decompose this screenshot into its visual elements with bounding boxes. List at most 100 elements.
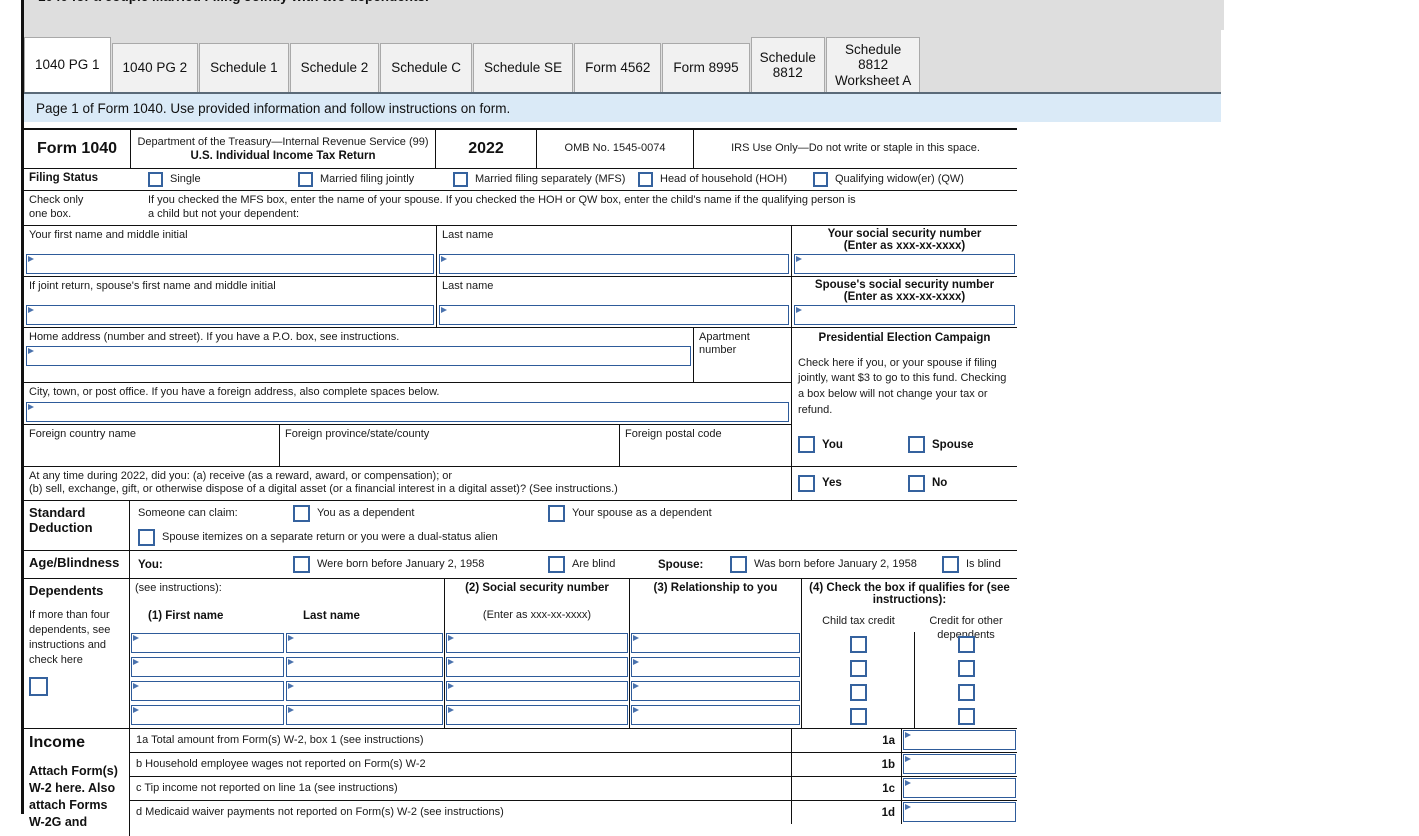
- checkbox-credit-other-dependents-icon[interactable]: [957, 683, 975, 701]
- dependent-first-name-input[interactable]: [131, 633, 284, 653]
- checkbox-spouse-itemizes-icon[interactable]: [138, 529, 155, 546]
- checkbox-single-icon[interactable]: [148, 172, 163, 187]
- dependent-first-name-input[interactable]: [131, 705, 284, 725]
- checkbox-child-tax-credit-icon[interactable]: [849, 707, 867, 725]
- dependent-last-name-input[interactable]: [286, 633, 443, 653]
- your-first-name-input[interactable]: [26, 253, 434, 274]
- checkbox-child-tax-credit-icon[interactable]: [849, 659, 867, 677]
- checkbox-married-filing-jointly-icon[interactable]: [298, 172, 313, 187]
- income-line-amount-input[interactable]: [903, 754, 1016, 774]
- tab-form-4562[interactable]: Form 4562: [574, 43, 662, 92]
- foreign-province-input[interactable]: [280, 444, 619, 466]
- checkbox-credit-other-dependents-icon[interactable]: [957, 635, 975, 653]
- income-line-amount-input[interactable]: [903, 802, 1016, 822]
- filing-status-single[interactable]: Single: [130, 172, 298, 187]
- checkbox-qualifying-widow-icon[interactable]: [813, 172, 828, 187]
- tab-1040-pg-1[interactable]: 1040 PG 1: [24, 37, 111, 92]
- checkbox-digital-asset-yes-icon[interactable]: [798, 474, 815, 492]
- spouse-first-name-input[interactable]: [26, 304, 434, 325]
- home-address-input[interactable]: [26, 346, 691, 367]
- foreign-postal-input[interactable]: [620, 444, 791, 466]
- income-line-text: c Tip income not reported on line 1a (se…: [136, 782, 398, 794]
- digital-asset-no-group[interactable]: No: [908, 474, 947, 492]
- dependent-ssn-input[interactable]: [446, 633, 628, 653]
- spouse-itemizes-label: Spouse itemizes on a separate return or …: [162, 530, 498, 543]
- filing-status-mfj[interactable]: Married filing jointly: [298, 172, 453, 187]
- filing-status-qw[interactable]: Qualifying widow(er) (QW): [813, 172, 964, 187]
- dependents-label-cell: Dependents If more than four dependents,…: [24, 579, 130, 728]
- dependent-relationship-input[interactable]: [631, 705, 800, 725]
- dependents-col4-header-line-1: (4) Check the box if qualifies for (see: [809, 582, 1010, 594]
- dependent-relationship-input[interactable]: [631, 681, 800, 701]
- checkbox-credit-other-dependents-icon[interactable]: [957, 707, 975, 725]
- filing-status-hoh[interactable]: Head of household (HOH): [638, 172, 813, 187]
- dependent-first-name-input[interactable]: [131, 657, 284, 677]
- checkbox-more-than-four-dependents-icon[interactable]: [29, 677, 48, 697]
- checkbox-credit-other-dependents-icon[interactable]: [957, 659, 975, 677]
- spouse-name-fields-row: [24, 304, 1017, 328]
- tab-schedule-1[interactable]: Schedule 1: [199, 43, 289, 92]
- city-input[interactable]: [26, 401, 789, 422]
- spouse-born-before-group[interactable]: Was born before January 2, 1958: [730, 556, 942, 573]
- tab-1040-pg-2[interactable]: 1040 PG 2: [111, 43, 199, 92]
- tab-schedule-2[interactable]: Schedule 2: [289, 43, 380, 92]
- pec-you-checkbox-group[interactable]: You: [798, 436, 908, 454]
- spouse-ssn-label-line-1: Spouse's social security number: [814, 278, 995, 291]
- income-title: Income: [29, 734, 86, 751]
- you-are-blind-group[interactable]: Are blind: [548, 556, 658, 573]
- city-label: City, town, or post office. If you have …: [29, 386, 440, 398]
- presidential-election-campaign: Presidential Election Campaign Check her…: [792, 328, 1017, 466]
- digital-asset-yes-group[interactable]: Yes: [798, 474, 908, 492]
- checkbox-spouse-is-blind-icon[interactable]: [942, 556, 959, 573]
- checkbox-you-as-dependent-icon[interactable]: [293, 505, 310, 522]
- checkbox-spouse-born-before-icon[interactable]: [730, 556, 747, 573]
- income-line-amount-input[interactable]: [903, 778, 1016, 798]
- spouse-is-blind-group[interactable]: Is blind: [942, 556, 1001, 573]
- standard-deduction-options: Someone can claim: You as a dependent Yo…: [130, 501, 1017, 550]
- pec-you-label: You: [822, 438, 843, 451]
- your-last-name-input[interactable]: [439, 253, 789, 274]
- income-line-code: 1a: [882, 734, 895, 747]
- income-attach-line-4: W-2G and: [29, 814, 88, 829]
- home-address-cell: Home address (number and street). If you…: [24, 327, 694, 382]
- checkbox-you-born-before-icon[interactable]: [293, 556, 310, 573]
- dependent-first-name-input[interactable]: [131, 681, 284, 701]
- you-born-before-group[interactable]: Were born before January 2, 1958: [293, 556, 548, 573]
- checkbox-pec-spouse-icon[interactable]: [908, 436, 925, 454]
- checkbox-pec-you-icon[interactable]: [798, 436, 815, 454]
- checkbox-head-of-household-icon[interactable]: [638, 172, 653, 187]
- tab-schedule-8812-worksheet-a[interactable]: Schedule 8812 Worksheet A: [825, 37, 921, 92]
- dependent-ssn-input[interactable]: [446, 705, 628, 725]
- filing-status-mfs[interactable]: Married filing separately (MFS): [453, 172, 638, 187]
- spouse-as-dependent-group[interactable]: Your spouse as a dependent: [548, 505, 712, 522]
- dependents-more-than-four-group[interactable]: [29, 677, 124, 697]
- tab-form-8995[interactable]: Form 8995: [662, 43, 750, 92]
- tab-schedule-se[interactable]: Schedule SE: [473, 43, 574, 92]
- checkbox-married-filing-separately-icon[interactable]: [453, 172, 468, 187]
- dependent-relationship-input[interactable]: [631, 657, 800, 677]
- foreign-country-input[interactable]: [24, 444, 279, 466]
- dependent-relationship-input[interactable]: [631, 633, 800, 653]
- dependent-last-name-input[interactable]: [286, 657, 443, 677]
- spouse-last-name-input[interactable]: [439, 304, 789, 325]
- spouse-ssn-input[interactable]: [794, 304, 1015, 325]
- pec-spouse-checkbox-group[interactable]: Spouse: [908, 436, 974, 454]
- dependent-ssn-input[interactable]: [446, 681, 628, 701]
- checkbox-child-tax-credit-icon[interactable]: [849, 683, 867, 701]
- dependent-last-name-input[interactable]: [286, 705, 443, 725]
- agency-line-2: U.S. Individual Income Tax Return: [190, 149, 376, 162]
- tab-schedule-8812[interactable]: Schedule 8812: [750, 37, 825, 92]
- apartment-number-input[interactable]: [694, 360, 791, 382]
- tab-schedule-c[interactable]: Schedule C: [380, 43, 473, 92]
- checkbox-you-are-blind-icon[interactable]: [548, 556, 565, 573]
- income-line-amount-input[interactable]: [903, 730, 1016, 750]
- dependent-last-name-input[interactable]: [286, 681, 443, 701]
- checkbox-digital-asset-no-icon[interactable]: [908, 474, 925, 492]
- you-as-dependent-group[interactable]: You as a dependent: [293, 505, 548, 522]
- age-blindness-options: You: Were born before January 2, 1958 Ar…: [130, 551, 1017, 578]
- your-ssn-input[interactable]: [794, 253, 1015, 274]
- spouse-itemizes-group[interactable]: Spouse itemizes on a separate return or …: [138, 529, 1017, 546]
- checkbox-spouse-as-dependent-icon[interactable]: [548, 505, 565, 522]
- dependent-ssn-input[interactable]: [446, 657, 628, 677]
- checkbox-child-tax-credit-icon[interactable]: [849, 635, 867, 653]
